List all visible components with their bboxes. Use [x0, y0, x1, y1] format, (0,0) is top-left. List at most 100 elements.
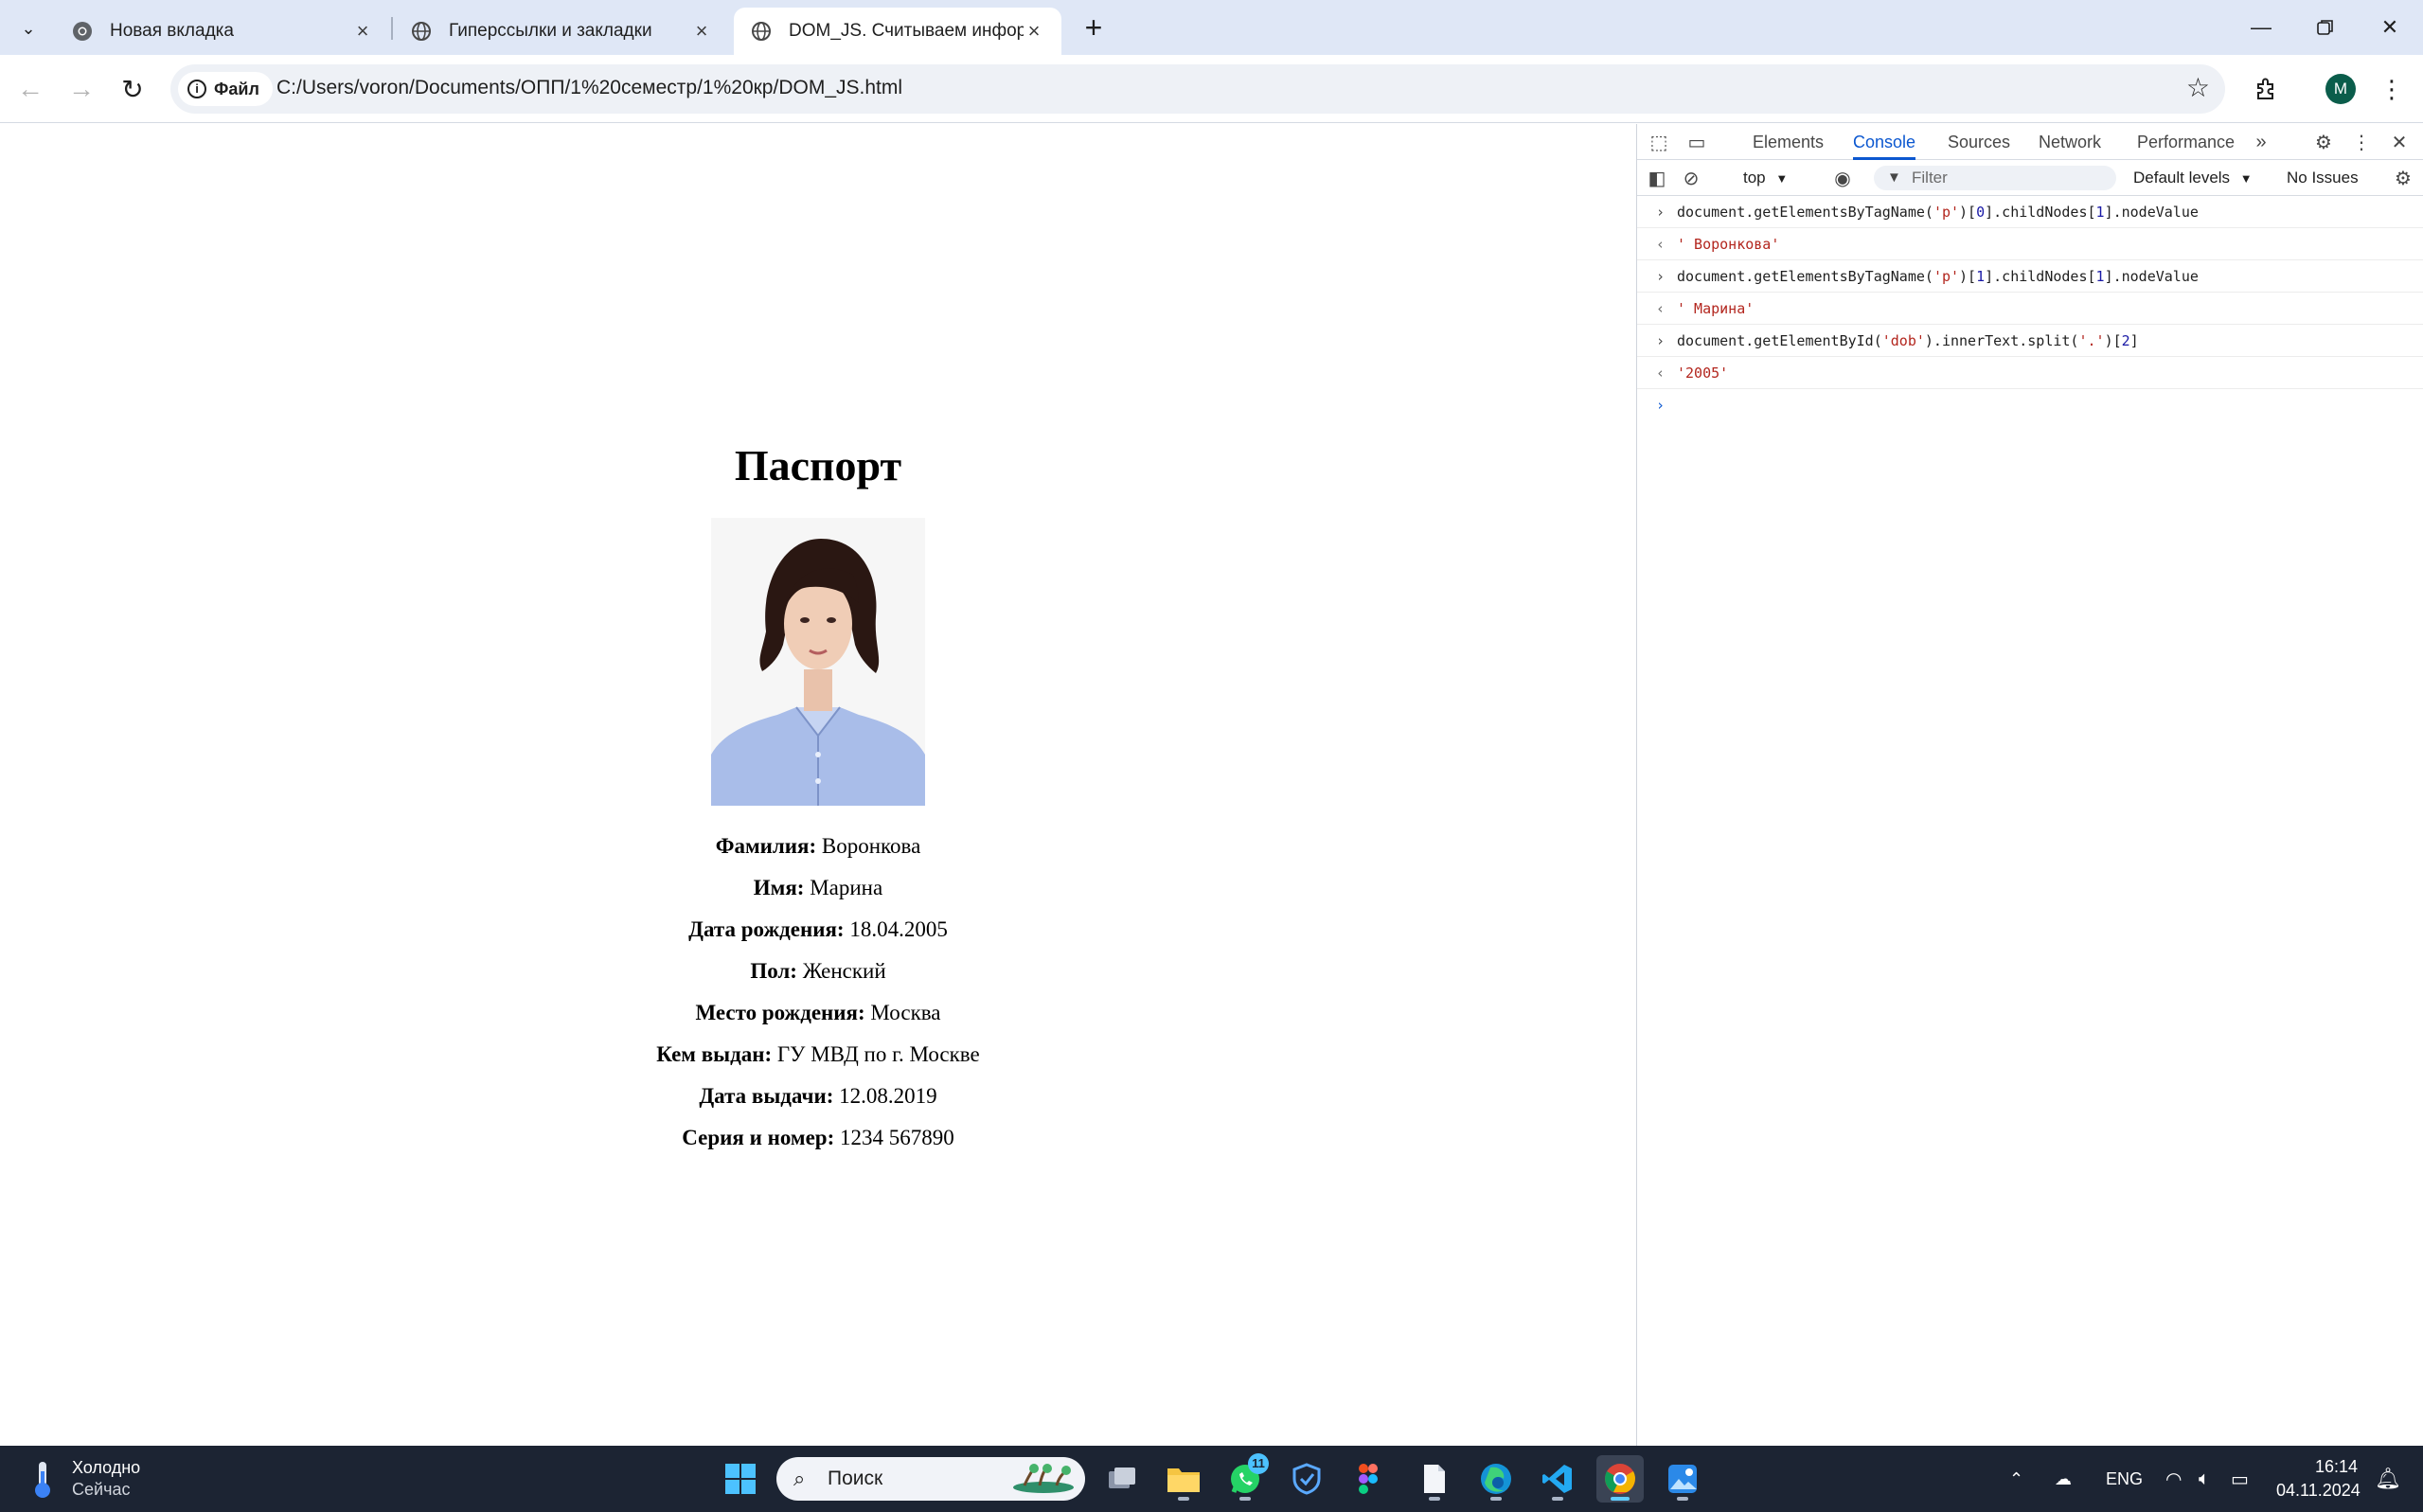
field-value: ГУ МВД по г. Москве [776, 1042, 980, 1066]
language-indicator[interactable]: ENG [2106, 1446, 2143, 1512]
volume-icon[interactable]: 🔈︎ [2199, 1446, 2210, 1512]
tab-separator [391, 17, 393, 40]
running-indicator [1490, 1497, 1502, 1501]
device-toolbar-icon[interactable]: ▭ [1684, 130, 1709, 154]
start-button[interactable] [717, 1455, 764, 1503]
arrow-left-icon: ← [17, 74, 44, 103]
back-button[interactable]: ← [11, 70, 49, 108]
taskbar-search[interactable]: ⌕ Поиск [776, 1457, 1085, 1501]
more-vert-icon[interactable]: ⋮ [2349, 130, 2374, 154]
tab-search-button[interactable]: ⌄ [13, 13, 44, 44]
code-text: ] [2129, 332, 2139, 349]
paint-button[interactable] [1659, 1455, 1706, 1503]
tab-sources[interactable]: Sources [1948, 124, 2010, 160]
log-levels-label: Default levels [2133, 169, 2231, 187]
filter-icon: ▼ [1887, 169, 1901, 186]
console-settings-icon[interactable]: ⚙ [2391, 166, 2415, 190]
tab-new-tab[interactable]: Новая вкладка × [55, 8, 390, 55]
tab-network[interactable]: Network [2039, 124, 2101, 160]
console-output-line: ‹ ' Марина' [1637, 293, 2423, 325]
caret-down-icon: ▼ [1775, 171, 1789, 186]
running-indicator [1178, 1497, 1189, 1501]
issues-counter[interactable]: No Issues [2287, 166, 2359, 190]
close-icon[interactable]: × [352, 21, 373, 42]
tab-dom-js[interactable]: DOM_JS. Считываем информа × [734, 8, 1061, 55]
close-window-button[interactable]: ✕ [2356, 0, 2423, 55]
restore-button[interactable] [2291, 0, 2360, 55]
code-number: 0 [1976, 204, 1986, 221]
field-value: Москва [870, 1001, 941, 1024]
minimize-icon: — [2251, 15, 2272, 39]
web-page: Паспорт Фамилия: Воронкова Имя: Марина Д… [0, 124, 1636, 1446]
more-tabs-icon[interactable]: » [2249, 130, 2273, 154]
page-title: Паспорт [734, 441, 902, 489]
console-prompt[interactable]: › [1637, 389, 2423, 421]
battery-icon[interactable]: ▭ [2231, 1446, 2249, 1512]
show-hidden-icons-button[interactable]: ⌃ [2009, 1446, 2023, 1512]
tab-performance[interactable]: Performance [2137, 124, 2235, 160]
gear-icon[interactable]: ⚙ [2311, 130, 2336, 154]
close-icon[interactable]: × [1024, 21, 1044, 42]
file-explorer-button[interactable] [1160, 1455, 1207, 1503]
context-selector[interactable]: top ▼ [1743, 166, 1788, 190]
tab-elements[interactable]: Elements [1753, 124, 1824, 160]
tab-strip: ⌄ Новая вкладка × Гиперссылки и закладки… [0, 0, 2423, 55]
figma-button[interactable] [1345, 1455, 1392, 1503]
code-string: 'dob' [1881, 332, 1925, 349]
forward-button[interactable]: → [62, 70, 100, 108]
result-string: ' Марина' [1677, 300, 1755, 317]
field-name: Имя: Марина [0, 876, 1636, 900]
whatsapp-button[interactable]: 11 [1221, 1453, 1269, 1503]
onedrive-status[interactable]: ☁ [2055, 1446, 2072, 1512]
clear-console-icon[interactable]: ⊘ [1679, 166, 1703, 190]
clock-time: 16:14 [2314, 1457, 2358, 1476]
tab-hyperlinks[interactable]: Гиперссылки и закладки × [394, 8, 729, 55]
field-series-number: Серия и номер: 1234 567890 [0, 1126, 1636, 1150]
edge-icon [1481, 1464, 1511, 1494]
edge-button[interactable] [1472, 1455, 1520, 1503]
log-levels-dropdown[interactable]: Default levels ▼ [2133, 166, 2253, 190]
close-icon[interactable]: ✕ [2387, 130, 2412, 154]
network-icon[interactable]: ◠ [2165, 1446, 2182, 1512]
cloud-icon: ☁ [2055, 1468, 2072, 1488]
tab-console[interactable]: Console [1853, 124, 1916, 160]
address-bar[interactable]: i Файл C:/Users/voron/Documents/ОПП/1%20… [170, 64, 2225, 114]
chevron-right-icon: › [1656, 268, 1666, 285]
minimize-button[interactable]: — [2227, 0, 2295, 55]
clock[interactable]: 16:14 04.11.2024 [2276, 1455, 2361, 1503]
console-filter-input[interactable]: ▼ Filter [1874, 166, 2116, 190]
code-string: 'p' [1933, 268, 1960, 285]
notepad-button[interactable] [1411, 1455, 1458, 1503]
inspect-element-icon[interactable]: ⬚ [1647, 130, 1671, 154]
console-toolbar: ◧ ⊘ top ▼ ◉ ▼ Filter Default levels ▼ No… [1637, 160, 2423, 196]
task-view-button[interactable] [1098, 1455, 1146, 1503]
weather-widget[interactable]: Холодно Сейчас [27, 1457, 140, 1501]
return-arrow-icon: ‹ [1656, 300, 1666, 317]
site-info-chip[interactable]: i Файл [178, 72, 273, 106]
chrome-button[interactable] [1596, 1455, 1644, 1503]
close-icon[interactable]: × [691, 21, 712, 42]
vscode-button[interactable] [1534, 1455, 1581, 1503]
field-issue-date: Дата выдачи: 12.08.2019 [0, 1084, 1636, 1109]
sidebar-toggle-icon[interactable]: ◧ [1645, 166, 1669, 190]
code-number: 1 [1976, 268, 1986, 285]
shield-icon [1292, 1463, 1321, 1495]
field-label: Имя: [753, 876, 805, 899]
avatar[interactable]: M [2325, 74, 2356, 104]
extensions-button[interactable] [2247, 70, 2285, 108]
browser-menu-button[interactable]: ⋮ [2373, 70, 2411, 108]
notifications-bell-icon[interactable]: 🔔︎ [2375, 1446, 2401, 1512]
bookmark-star-icon[interactable]: ☆ [2186, 74, 2210, 102]
security-app-button[interactable] [1283, 1455, 1330, 1503]
code-number: 2 [2121, 332, 2130, 349]
url-text[interactable]: C:/Users/voron/Documents/ОПП/1%20семестр… [276, 77, 902, 99]
chevron-up-icon: ⌃ [2009, 1468, 2024, 1488]
field-value: 18.04.2005 [849, 917, 948, 941]
new-tab-button[interactable]: + [1077, 11, 1111, 45]
windows-taskbar: Холодно Сейчас ⌕ Поиск 11 ⌃ ☁ ENG ◠ 🔈︎ ▭… [0, 1446, 2423, 1512]
eye-icon[interactable]: ◉ [1830, 166, 1855, 190]
vscode-icon [1542, 1465, 1572, 1493]
reload-button[interactable]: ↻ [114, 70, 151, 108]
site-info-label: Файл [214, 79, 259, 98]
field-value: Воронкова [821, 834, 921, 858]
